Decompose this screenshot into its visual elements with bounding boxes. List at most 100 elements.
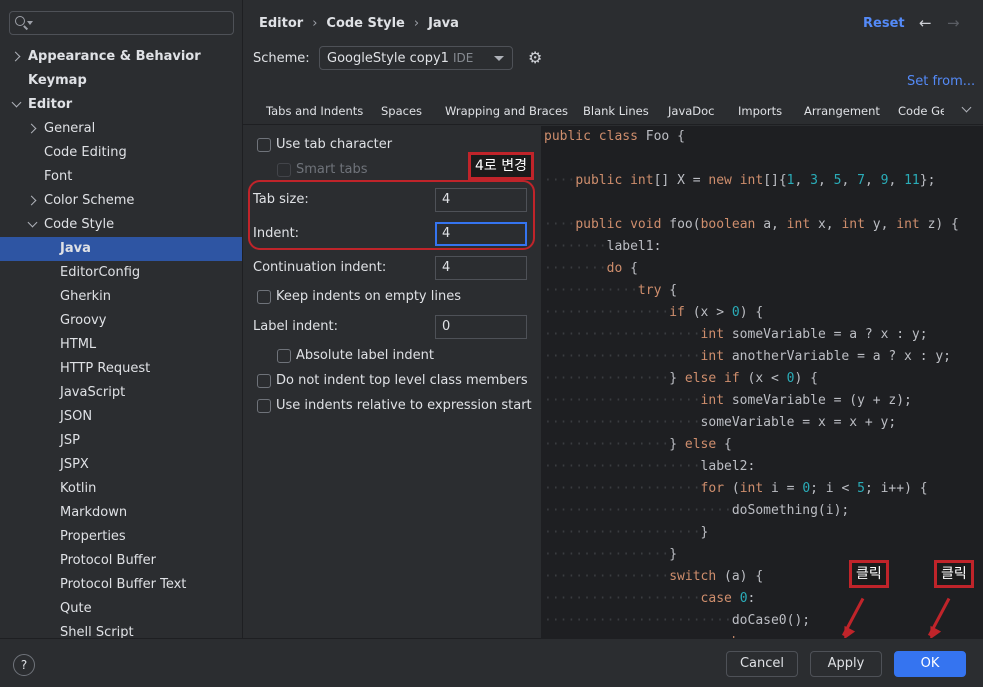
- search-history-dropdown-icon[interactable]: [27, 21, 33, 25]
- sidebar-item-html[interactable]: HTML: [0, 333, 242, 357]
- settings-search-input[interactable]: [9, 11, 234, 35]
- breadcrumb-editor[interactable]: Editor: [259, 16, 303, 31]
- chevron-right-icon[interactable]: [26, 123, 37, 134]
- code-line: public class Foo {: [544, 129, 685, 145]
- code-token: int: [786, 217, 818, 232]
- sidebar-item-qute[interactable]: Qute: [0, 597, 242, 621]
- breadcrumb-separator-icon: ›: [413, 16, 420, 31]
- continuation-indent-input[interactable]: 4: [435, 256, 527, 280]
- code-token: foo(: [669, 217, 701, 232]
- tab-spaces[interactable]: Spaces: [381, 104, 422, 118]
- sidebar-item-editorconfig[interactable]: EditorConfig: [0, 261, 242, 285]
- ok-button[interactable]: OK: [894, 651, 966, 677]
- sidebar-item-appearance-behavior[interactable]: Appearance & Behavior: [0, 45, 242, 69]
- tab-blank-lines[interactable]: Blank Lines: [583, 104, 649, 118]
- code-line: ····················someVariable = x = x…: [544, 415, 896, 431]
- code-token: ········: [544, 261, 607, 276]
- sidebar-item-font[interactable]: Font: [0, 165, 242, 189]
- sidebar-item-label: Java: [60, 241, 91, 256]
- sidebar-item-label: Qute: [60, 601, 92, 616]
- code-token: z) {: [927, 217, 959, 232]
- sidebar-item-protocol-buffer-text[interactable]: Protocol Buffer Text: [0, 573, 242, 597]
- do-not-indent-top-level-checkbox[interactable]: [257, 374, 271, 388]
- reset-link[interactable]: Reset: [863, 16, 905, 31]
- sidebar-item-keymap[interactable]: Keymap: [0, 69, 242, 93]
- code-token: public: [575, 217, 631, 232]
- sidebar-item-label: Kotlin: [60, 481, 97, 496]
- sidebar-item-code-editing[interactable]: Code Editing: [0, 141, 242, 165]
- tab-arrangement[interactable]: Arrangement: [804, 104, 880, 118]
- absolute-label-indent-checkbox[interactable]: [277, 349, 291, 363]
- code-token: i =: [771, 481, 803, 496]
- code-token: ························: [544, 503, 732, 518]
- help-button[interactable]: ?: [13, 654, 35, 676]
- scheme-value: GoogleStyle copy1: [327, 51, 449, 66]
- code-token: {: [724, 437, 732, 452]
- settings-sidebar: Appearance & Behavior Keymap Editor General…: [0, 0, 243, 638]
- scheme-select[interactable]: GoogleStyle copy1 IDE: [319, 46, 513, 70]
- sidebar-item-kotlin[interactable]: Kotlin: [0, 477, 242, 501]
- code-token: int: [700, 349, 732, 364]
- code-token: x,: [817, 217, 842, 232]
- tab-tabs-and-indents[interactable]: Tabs and Indents: [266, 104, 363, 118]
- sidebar-item-color-scheme[interactable]: Color Scheme: [0, 189, 242, 213]
- tab-javadoc[interactable]: JavaDoc: [668, 104, 715, 118]
- apply-button[interactable]: Apply: [810, 651, 882, 677]
- code-token: }: [669, 371, 685, 386]
- code-token: do: [606, 261, 631, 276]
- sidebar-item-gherkin[interactable]: Gherkin: [0, 285, 242, 309]
- set-from-link[interactable]: Set from...: [907, 74, 975, 89]
- code-token: ; i++) {: [864, 481, 928, 496]
- sidebar-item-shell-script[interactable]: Shell Script: [0, 621, 242, 638]
- chevron-right-icon[interactable]: [10, 51, 21, 62]
- tab-code-generation[interactable]: Code Ge: [898, 104, 944, 118]
- label-indent-input[interactable]: 0: [435, 315, 527, 339]
- sidebar-item-label: Code Style: [44, 217, 115, 232]
- keep-indents-checkbox[interactable]: [257, 290, 271, 304]
- chevron-right-icon[interactable]: [26, 195, 37, 206]
- sidebar-item-general[interactable]: General: [0, 117, 242, 141]
- indents-relative-checkbox[interactable]: [257, 399, 271, 413]
- sidebar-item-label: EditorConfig: [60, 265, 141, 280]
- code-token: ····················: [544, 415, 701, 430]
- code-line: ····public int[] X = new int[]{1, 3, 5, …: [544, 173, 935, 189]
- sidebar-item-http-request[interactable]: HTTP Request: [0, 357, 242, 381]
- cancel-button[interactable]: Cancel: [726, 651, 798, 677]
- code-line: ············try {: [544, 283, 677, 299]
- sidebar-item-markdown[interactable]: Markdown: [0, 501, 242, 525]
- sidebar-item-jspx[interactable]: JSPX: [0, 453, 242, 477]
- sidebar-item-javascript[interactable]: JavaScript: [0, 381, 242, 405]
- sidebar-item-label: Properties: [60, 529, 126, 544]
- code-token: someVariable = a ? x : y;: [731, 327, 928, 342]
- sidebar-item-jsp[interactable]: JSP: [0, 429, 242, 453]
- code-token: public: [544, 129, 599, 144]
- arrow-right-icon[interactable]: →: [947, 14, 960, 32]
- code-token: int: [700, 327, 732, 342]
- sidebar-item-label: Color Scheme: [44, 193, 135, 208]
- tab-imports[interactable]: Imports: [738, 104, 782, 118]
- code-token: }: [669, 547, 678, 562]
- click-ok-annotation: 클릭: [934, 560, 974, 588]
- sidebar-item-groovy[interactable]: Groovy: [0, 309, 242, 333]
- code-token: ····················: [544, 327, 701, 342]
- code-token: ················: [544, 305, 670, 320]
- sidebar-item-protocol-buffer[interactable]: Protocol Buffer: [0, 549, 242, 573]
- scheme-label: Scheme:: [253, 51, 310, 66]
- sidebar-item-label: HTTP Request: [60, 361, 151, 376]
- smart-tabs-checkbox[interactable]: [277, 163, 291, 177]
- chevron-down-icon[interactable]: [27, 217, 38, 228]
- gear-icon[interactable]: ⚙: [528, 50, 542, 66]
- sidebar-item-code-style[interactable]: Code Style: [0, 213, 242, 237]
- sidebar-item-editor[interactable]: Editor: [0, 93, 242, 117]
- chevron-down-icon[interactable]: [11, 97, 22, 108]
- sidebar-item-java[interactable]: Java: [0, 237, 242, 261]
- arrow-left-icon[interactable]: ←: [919, 14, 932, 32]
- breadcrumb-code-style[interactable]: Code Style: [326, 16, 404, 31]
- scheme-ide-tag: IDE: [452, 51, 474, 65]
- sidebar-item-label: Appearance & Behavior: [28, 49, 201, 64]
- sidebar-item-json[interactable]: JSON: [0, 405, 242, 429]
- tab-wrapping-and-braces[interactable]: Wrapping and Braces: [445, 104, 568, 118]
- use-tab-character-checkbox[interactable]: [257, 138, 271, 152]
- indents-relative-label: Use indents relative to expression start: [276, 398, 532, 413]
- sidebar-item-properties[interactable]: Properties: [0, 525, 242, 549]
